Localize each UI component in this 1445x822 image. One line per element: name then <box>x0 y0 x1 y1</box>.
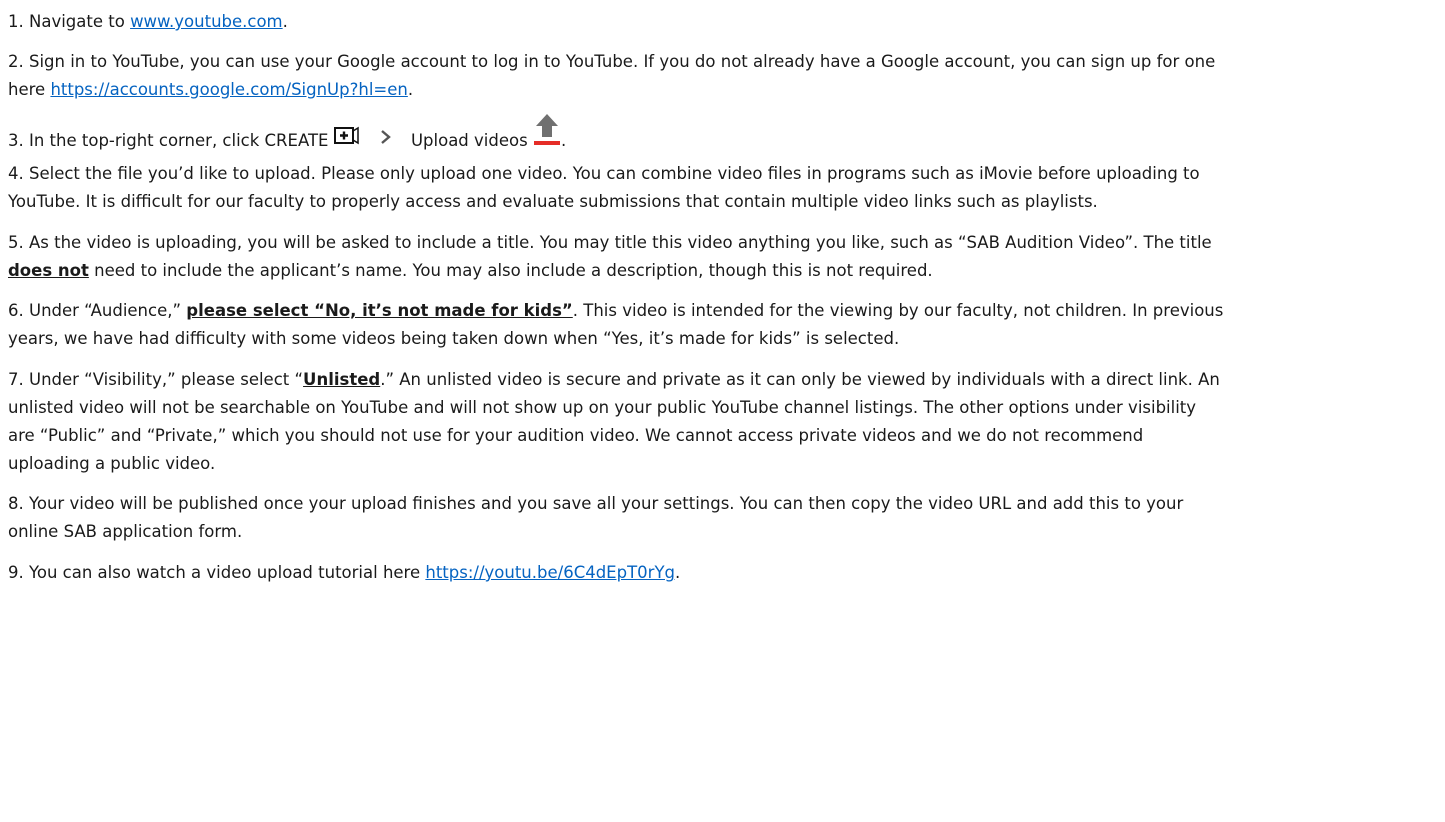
step-2-line-2: here https://accounts.google.com/SignUp?… <box>8 76 413 104</box>
step-7-suffix: .” An unlisted video is secure and priva… <box>380 370 1220 389</box>
create-video-icon <box>333 126 359 145</box>
step-6-emphasis: please select “No, it’s not made for kid… <box>186 301 573 320</box>
step-5-line-1: 5. As the video is uploading, you will b… <box>8 233 1212 252</box>
step-4-line-2: YouTube. It is difficult for our faculty… <box>8 192 1098 211</box>
step-7-line-4: uploading a public video. <box>8 454 216 473</box>
step-9-text: 9. You can also watch a video upload tut… <box>8 563 426 582</box>
step-3-suffix: . <box>560 131 567 150</box>
step-7-emphasis: Unlisted <box>303 370 381 389</box>
upload-icon <box>533 114 560 145</box>
step-1-text: 1. Navigate to <box>8 12 131 31</box>
step-6-line-1: 6. Under “Audience,” please select “No, … <box>8 297 1223 325</box>
step-1: 1. Navigate to www.youtube.com. <box>8 8 288 36</box>
step-4-line-1: 4. Select the file you’d like to upload.… <box>8 164 1200 183</box>
step-3-text: 3. In the top-right corner, click CREATE <box>8 131 334 150</box>
step-3-middle: Upload videos <box>405 131 533 150</box>
step-9-suffix: . <box>675 563 681 582</box>
step-2-suffix: . <box>407 80 414 99</box>
step-6-line-2: years, we have had difficulty with some … <box>8 329 900 348</box>
step-9: 9. You can also watch a video upload tut… <box>8 559 680 587</box>
step-7-line-3: are “Public” and “Private,” which you sh… <box>8 426 1144 445</box>
step-7-prefix: 7. Under “Visibility,” please select “ <box>8 370 304 389</box>
tutorial-link[interactable]: https://youtu.be/6C4dEpT0rYg <box>425 563 675 582</box>
step-3: 3. In the top-right corner, click CREATE… <box>8 112 566 155</box>
step-6-prefix: 6. Under “Audience,” <box>8 301 187 320</box>
step-5-line-2: does not need to include the applicant’s… <box>8 257 933 285</box>
step-5-emphasis: does not <box>8 261 89 280</box>
step-8-line-2: online SAB application form. <box>8 522 243 541</box>
document: 1. Navigate to www.youtube.com. 2. Sign … <box>0 0 1445 822</box>
step-8-line-1: 8. Your video will be published once you… <box>8 494 1184 513</box>
step-2-line-1: 2. Sign in to YouTube, you can use your … <box>8 52 1216 71</box>
step-6-suffix: . This video is intended for the viewing… <box>572 301 1224 320</box>
google-signup-link[interactable]: https://accounts.google.com/SignUp?hl=en <box>50 80 407 99</box>
step-2-prefix: here <box>8 80 51 99</box>
step-7-line-1: 7. Under “Visibility,” please select “Un… <box>8 366 1220 394</box>
step-5-rest: need to include the applicant’s name. Yo… <box>88 261 933 280</box>
youtube-link[interactable]: www.youtube.com <box>130 12 283 31</box>
chevron-right-icon <box>380 130 391 144</box>
step-1-suffix: . <box>282 12 288 31</box>
step-7-line-2: unlisted video will not be searchable on… <box>8 398 1197 417</box>
